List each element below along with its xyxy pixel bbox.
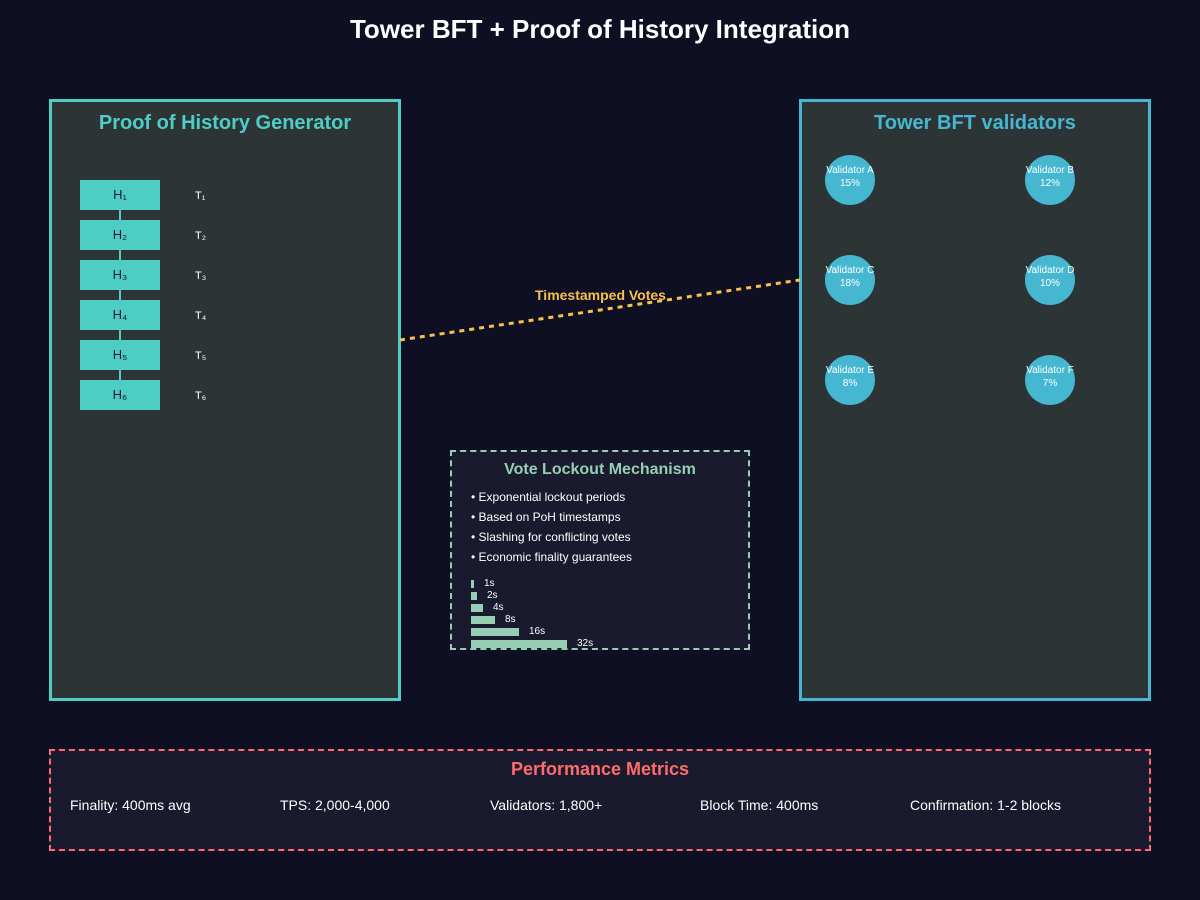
metric-finality: Finality: 400ms avg xyxy=(70,797,191,813)
lockout-period-label: 32s xyxy=(577,638,594,649)
lockout-bar xyxy=(471,628,519,636)
lockout-period-label: 16s xyxy=(529,626,546,637)
metric-confirmation: Confirmation: 1-2 blocks xyxy=(910,797,1061,813)
lockout-bar xyxy=(471,640,567,648)
timestamped-votes-label: Timestamped Votes xyxy=(535,287,666,303)
lockout-bar xyxy=(471,580,474,588)
lockout-bullet: • Slashing for conflicting votes xyxy=(471,530,631,544)
metric-validators: Validators: 1,800+ xyxy=(490,797,603,813)
lockout-period-label: 2s xyxy=(487,590,498,601)
lockout-bar xyxy=(471,616,495,624)
lockout-bar xyxy=(471,592,477,600)
vote-lockout-box: Vote Lockout Mechanism • Exponential loc… xyxy=(450,450,750,650)
metrics-title: Performance Metrics xyxy=(510,759,690,779)
lockout-bar xyxy=(471,604,483,612)
lockout-bullet: • Economic finality guarantees xyxy=(471,550,632,564)
lockout-period-label: 4s xyxy=(493,602,504,613)
lockout-period-label: 8s xyxy=(505,614,516,625)
lockout-bullet: • Based on PoH timestamps xyxy=(471,510,621,524)
metric-block-time: Block Time: 400ms xyxy=(700,797,819,813)
metric-tps: TPS: 2,000-4,000 xyxy=(280,797,390,813)
lockout-bullet: • Exponential lockout periods xyxy=(471,490,626,504)
lockout-title: Vote Lockout Mechanism xyxy=(504,461,696,478)
lockout-period-label: 1s xyxy=(484,578,495,589)
performance-metrics-box: Performance Metrics Finality: 400ms avg … xyxy=(49,749,1151,851)
